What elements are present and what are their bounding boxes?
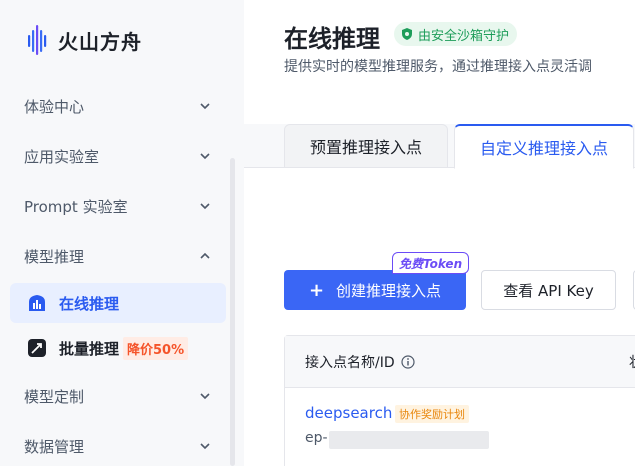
tab-preset-endpoints[interactable]: 预置推理接入点 (284, 124, 448, 168)
logo[interactable]: 火山方舟 (26, 22, 142, 58)
plus-icon: + (308, 279, 325, 301)
sidebar-item-app-lab[interactable]: 应用实验室 (10, 136, 226, 176)
column-header-name: 接入点名称/ID (305, 352, 415, 372)
sidebar-item-experience-center[interactable]: 体验中心 (10, 86, 226, 126)
shield-icon (402, 28, 412, 40)
chevron-down-icon (200, 103, 210, 110)
chevron-up-icon (200, 252, 210, 259)
main-content: 在线推理 由安全沙箱守护 提供实时的模型推理服务，通过推理接入点灵活调 预置推理… (244, 0, 635, 466)
bar-chart-icon (26, 292, 48, 314)
sidebar-item-model-customization[interactable]: 模型定制 (10, 376, 226, 416)
sidebar-item-label: 体验中心 (24, 97, 85, 116)
table-header: 接入点名称/ID 状 (285, 336, 635, 388)
sidebar-item-label: Prompt 实验室 (24, 197, 128, 216)
create-endpoint-button[interactable]: + 创建推理接入点 (284, 270, 466, 310)
collab-reward-tag: 协作奖励计划 (395, 405, 469, 423)
sidebar-item-data-management[interactable]: 数据管理 (10, 426, 226, 466)
info-icon[interactable] (401, 355, 415, 369)
rocket-icon (26, 337, 48, 359)
sidebar-item-batch-inference[interactable]: 批量推理 降价50% (10, 328, 226, 368)
endpoint-name-link[interactable]: deepsearch (305, 404, 392, 422)
chevron-down-icon (200, 203, 210, 210)
volcano-logo-icon (28, 25, 47, 55)
endpoint-id: ep- (305, 430, 328, 446)
sidebar: 火山方舟 体验中心 应用实验室 Prompt 实验室 模型推理 在线推理 批量推… (0, 0, 244, 466)
secure-sandbox-badge: 由安全沙箱守护 (394, 22, 518, 46)
chevron-down-icon (200, 393, 210, 400)
create-endpoint-label: 创建推理接入点 (336, 281, 442, 300)
sidebar-item-model-inference[interactable]: 模型推理 (10, 236, 226, 276)
endpoint-id-redacted (329, 431, 489, 449)
view-api-key-button[interactable]: 查看 API Key (481, 270, 616, 310)
endpoints-table: 接入点名称/ID 状 deepsearch 协作奖励计划 ep- (284, 335, 635, 466)
column-header-status: 状 (629, 352, 635, 372)
sidebar-item-label: 模型推理 (24, 247, 85, 266)
sidebar-item-label: 批量推理 (59, 339, 120, 358)
chevron-down-icon (200, 443, 210, 450)
sidebar-item-label: 应用实验室 (24, 147, 100, 166)
sidebar-item-label: 在线推理 (59, 294, 120, 313)
secure-badge-label: 由安全沙箱守护 (418, 28, 510, 44)
discount-badge: 降价50% (123, 336, 189, 360)
sidebar-item-online-inference[interactable]: 在线推理 (10, 283, 226, 323)
tab-custom-endpoints[interactable]: 自定义推理接入点 (454, 124, 634, 169)
app-name: 火山方舟 (58, 29, 142, 54)
page-title: 在线推理 (284, 25, 380, 53)
page-description: 提供实时的模型推理服务，通过推理接入点灵活调 (284, 59, 592, 75)
sidebar-item-label: 模型定制 (24, 387, 85, 406)
sidebar-item-label: 数据管理 (24, 437, 85, 456)
chevron-down-icon (200, 153, 210, 160)
sidebar-scrollbar[interactable] (230, 158, 235, 466)
free-token-tag: 免费Token (392, 252, 470, 274)
sidebar-item-prompt-lab[interactable]: Prompt 实验室 (10, 186, 226, 226)
